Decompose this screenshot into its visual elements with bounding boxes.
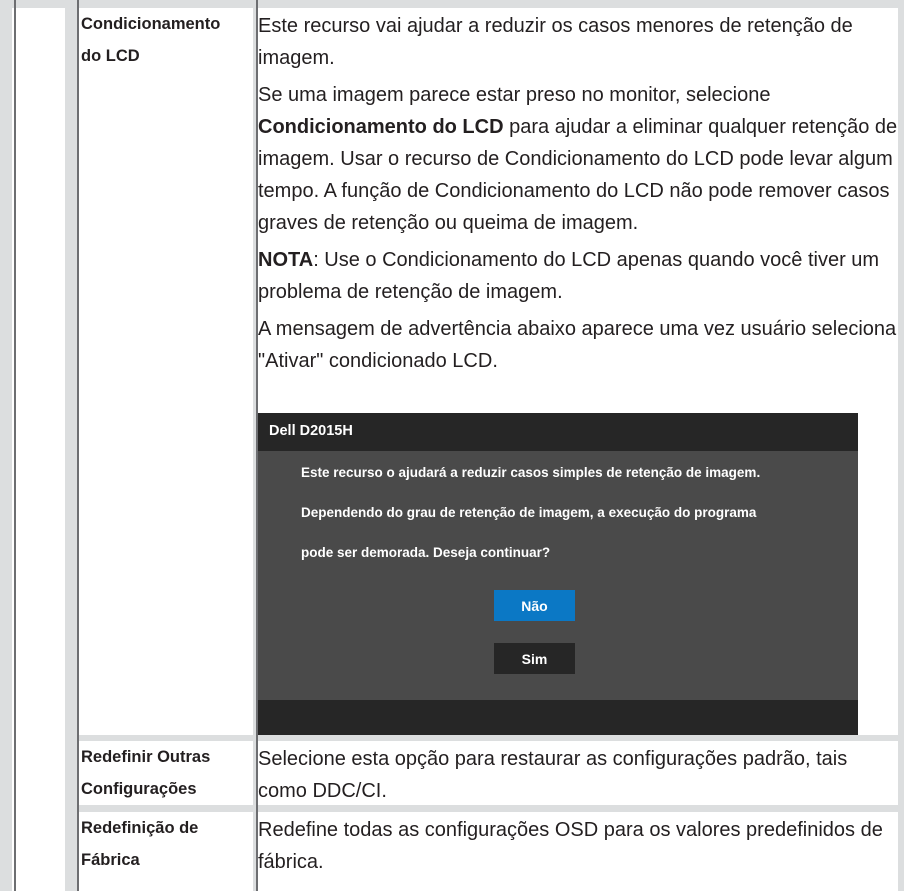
description-paragraph: Se uma imagem parece estar preso no moni… <box>258 79 898 239</box>
description-paragraph: NOTA: Use o Condicionamento do LCD apena… <box>258 244 898 308</box>
setting-description-factory-reset: Redefine todas as configurações OSD para… <box>258 814 898 883</box>
table-border <box>77 0 79 891</box>
setting-label-factory-reset: Redefinição de Fábrica <box>81 812 253 876</box>
label-line: Condicionamento <box>81 15 221 33</box>
description-text: Se uma imagem parece estar preso no moni… <box>258 84 771 106</box>
dialog-title-bar: Dell D2015H <box>258 413 858 451</box>
description-paragraph: Selecione esta opção para restaurar as c… <box>258 743 898 807</box>
description-text: Selecione esta opção para restaurar as c… <box>258 748 848 802</box>
description-paragraph: Redefine todas as configurações OSD para… <box>258 814 898 878</box>
label-line: Configurações <box>81 780 197 798</box>
table-grid-band <box>898 0 904 891</box>
table-border <box>14 0 16 891</box>
label-line: Fábrica <box>81 851 140 869</box>
setting-description-reset-other: Selecione esta opção para restaurar as c… <box>258 743 898 812</box>
description-text: A mensagem de advertência abaixo aparece… <box>258 318 897 372</box>
table-grid-band <box>65 0 77 891</box>
dialog-title: Dell D2015H <box>269 423 353 439</box>
dialog-message-line: pode ser demorada. Deseja continuar? <box>301 545 551 560</box>
label-line: Redefinir Outras <box>81 748 211 766</box>
note-label: NOTA <box>258 249 314 271</box>
description-text: Este recurso vai ajudar a reduzir os cas… <box>258 15 853 69</box>
setting-label-lcd-conditioning: Condicionamento do LCD <box>81 8 253 72</box>
label-line: do LCD <box>81 47 140 65</box>
description-paragraph: A mensagem de advertência abaixo aparece… <box>258 313 898 377</box>
dialog-message-line: Dependendo do grau de retenção de imagem… <box>301 505 757 520</box>
description-paragraph: Este recurso vai ajudar a reduzir os cas… <box>258 10 898 74</box>
description-text: Redefine todas as configurações OSD para… <box>258 819 883 873</box>
table-grid-band <box>0 0 904 8</box>
yes-button[interactable]: Sim <box>494 643 575 674</box>
table-grid-band <box>0 0 12 891</box>
lcd-conditioning-warning-dialog: Dell D2015H Este recurso o ajudará a red… <box>258 413 858 735</box>
dialog-message-line: Este recurso o ajudará a reduzir casos s… <box>301 465 761 480</box>
no-button[interactable]: Não <box>494 590 575 621</box>
description-text: : Use o Condicionamento do LCD apenas qu… <box>258 249 880 303</box>
dialog-bottom-bar <box>258 700 858 735</box>
setting-label-reset-other: Redefinir Outras Configurações <box>81 741 253 805</box>
label-line: Redefinição de <box>81 819 199 837</box>
setting-description-lcd-conditioning: Este recurso vai ajudar a reduzir os cas… <box>258 10 898 382</box>
description-emphasis: Condicionamento do LCD <box>258 116 504 138</box>
